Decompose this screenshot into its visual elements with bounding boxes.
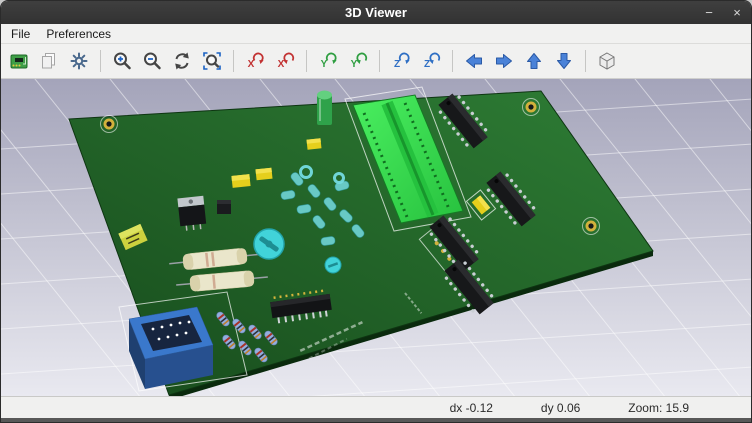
orthographic-projection-button[interactable]: [593, 47, 621, 75]
menu-bar: File Preferences: [1, 24, 751, 44]
rotate-x-clockwise-button[interactable]: X: [241, 47, 269, 75]
toolbar-separator: [233, 50, 234, 72]
db-connector: [129, 307, 213, 389]
transistor-small: [217, 200, 231, 214]
zoom-fit-button[interactable]: [198, 47, 226, 75]
3d-viewer-window: 3D Viewer − × File Preferences: [0, 0, 752, 423]
move-up-button[interactable]: [520, 47, 548, 75]
zoom-out-button[interactable]: [138, 47, 166, 75]
rotate-x-cw-icon: X: [244, 50, 266, 72]
rotate-x-counterclockwise-button[interactable]: X: [271, 47, 299, 75]
window-bottom-edge: [1, 418, 751, 423]
rotate-y-ccw-icon: Y: [347, 50, 369, 72]
move-right-button[interactable]: [490, 47, 518, 75]
status-bar: dx -0.12 dy 0.06 Zoom: 15.9: [1, 396, 751, 418]
rotate-y-clockwise-button[interactable]: Y: [314, 47, 342, 75]
title-bar[interactable]: 3D Viewer − ×: [1, 1, 751, 24]
arrow-left-icon: [463, 50, 485, 72]
copy-image-button[interactable]: [35, 47, 63, 75]
zoom-in-button[interactable]: [108, 47, 136, 75]
toolbar-separator: [452, 50, 453, 72]
zoom-fit-icon: [201, 50, 223, 72]
rotate-x-ccw-icon: X: [274, 50, 296, 72]
pcb-icon: [8, 50, 30, 72]
status-zoom: Zoom: 15.9: [628, 401, 689, 415]
toolbar-separator: [100, 50, 101, 72]
reload-board-button[interactable]: [5, 47, 33, 75]
rotate-z-clockwise-button[interactable]: Z: [387, 47, 415, 75]
svg-text:X: X: [278, 59, 285, 70]
zoom-out-icon: [141, 50, 163, 72]
arrow-down-icon: [553, 50, 575, 72]
rotate-y-counterclockwise-button[interactable]: Y: [344, 47, 372, 75]
viewport: [1, 79, 751, 396]
rotate-z-counterclockwise-button[interactable]: Z: [417, 47, 445, 75]
toolbar: X X Y Y: [1, 44, 751, 79]
3d-scene[interactable]: [1, 79, 752, 396]
move-left-button[interactable]: [460, 47, 488, 75]
close-button[interactable]: ×: [729, 6, 745, 19]
yellow-capacitor: [255, 168, 272, 181]
copy-icon: [38, 50, 60, 72]
trimmer-capacitor: [325, 257, 341, 273]
rotate-y-cw-icon: Y: [317, 50, 339, 72]
yellow-capacitor: [231, 174, 250, 188]
status-dx: dx -0.12: [450, 401, 493, 415]
toolbar-separator: [585, 50, 586, 72]
menu-preferences[interactable]: Preferences: [38, 25, 119, 43]
svg-text:Y: Y: [351, 59, 358, 70]
refresh-icon: [171, 50, 193, 72]
arrow-right-icon: [493, 50, 515, 72]
move-down-button[interactable]: [550, 47, 578, 75]
render-options-button[interactable]: [65, 47, 93, 75]
toolbar-separator: [306, 50, 307, 72]
capacitor-green: [317, 91, 332, 126]
redraw-button[interactable]: [168, 47, 196, 75]
status-dy: dy 0.06: [541, 401, 580, 415]
rotate-z-ccw-icon: Z: [420, 50, 442, 72]
window-title: 3D Viewer: [345, 5, 407, 20]
arrow-up-icon: [523, 50, 545, 72]
toolbar-separator: [379, 50, 380, 72]
yellow-capacitor: [307, 138, 322, 149]
svg-text:Z: Z: [394, 59, 400, 70]
minimize-button[interactable]: −: [701, 6, 717, 19]
gear-icon: [68, 50, 90, 72]
cube-icon: [596, 50, 618, 72]
trimmer-capacitor: [254, 229, 284, 259]
menu-file[interactable]: File: [3, 25, 38, 43]
rotate-z-cw-icon: Z: [390, 50, 412, 72]
zoom-in-icon: [111, 50, 133, 72]
svg-text:Z: Z: [424, 59, 430, 70]
